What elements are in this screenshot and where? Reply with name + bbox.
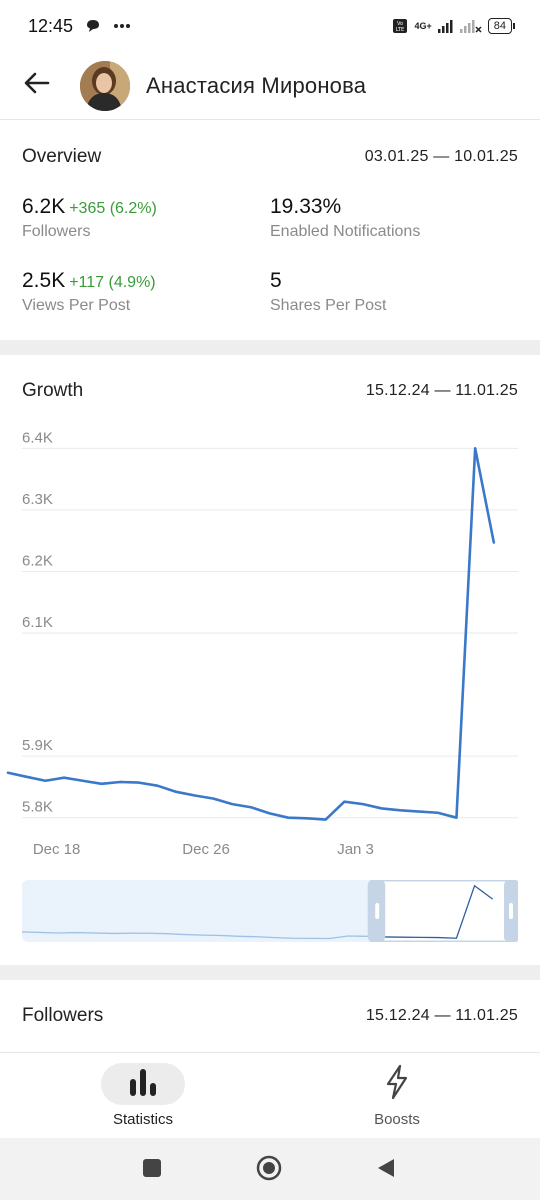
triangle-back-icon [375,1157,397,1184]
stat-label: Enabled Notifications [270,223,421,240]
stat-delta: +117 (4.9%) [69,274,156,291]
app-header: Анастасия Миронова [0,52,540,120]
status-time: 12:45 [28,15,74,36]
section-divider [0,340,540,355]
tab-boosts-pill [355,1063,439,1105]
x-tick-label: Jan 3 [337,841,374,858]
network-type: 4G+ [414,21,432,31]
square-icon [141,1157,163,1184]
tab-boosts-label: Boosts [374,1111,420,1128]
tab-statistics[interactable]: Statistics [43,1053,243,1139]
y-tick-label: 6.3K [22,491,53,508]
status-bar: 12:45 Vo LTE 4G+ 84 [0,0,540,52]
chat-bubble-icon [85,18,101,34]
stat-label: Shares Per Post [270,297,387,314]
tab-boosts[interactable]: Boosts [297,1053,497,1139]
followers-date-range[interactable]: 15.12.24 — 11.01.25 [366,1007,518,1025]
lightning-bolt-icon [383,1064,411,1105]
volte-icon: Vo LTE [392,18,408,34]
stat-label: Followers [22,223,91,240]
system-navigation-bar [0,1138,540,1200]
y-tick-label: 5.8K [22,799,53,816]
stat-followers: 6.2K +365 (6.2%) Followers [22,195,157,241]
chart-range-navigator[interactable] [21,878,520,944]
bottom-navigation: Statistics Boosts [0,1052,540,1138]
stat-value: 5 [270,269,282,292]
growth-date-range[interactable]: 15.12.24 — 11.01.25 [366,382,518,400]
stat-value: 6.2K [22,195,66,218]
x-tick-label: Dec 26 [182,841,230,858]
signal-strength-icon [437,19,454,33]
recents-button[interactable] [138,1156,166,1184]
svg-text:LTE: LTE [396,27,404,33]
navigator-window [369,880,518,942]
tab-statistics-pill [101,1063,185,1105]
followers-card: Followers 15.12.24 — 11.01.25 [0,980,540,1052]
navigator-left-grip [375,903,380,919]
more-notifications-icon [113,23,131,29]
stat-value: 19.33% [270,195,342,218]
y-tick-label: 6.2K [22,552,53,569]
overview-title: Overview [22,146,102,167]
stat-shares-per-post: 5 Shares Per Post [270,269,387,315]
signal-no-service-icon [459,19,482,33]
stat-enabled-notifications: 19.33% Enabled Notifications [270,195,420,241]
stat-views-per-post: 2.5K +117 (4.9%) Views Per Post [22,269,156,315]
arrow-left-icon [24,72,50,99]
stat-value: 2.5K [22,269,66,292]
avatar[interactable] [80,60,130,111]
overview-card: Overview 03.01.25 — 10.01.25 6.2K +365 (6… [0,121,540,340]
y-tick-label: 5.9K [22,737,53,754]
section-divider [0,965,540,980]
stat-delta: +365 (6.2%) [69,200,157,217]
home-button[interactable] [255,1154,283,1187]
overview-date-range[interactable]: 03.01.25 — 10.01.25 [365,148,518,166]
bar-chart-icon [127,1067,159,1102]
stat-label: Views Per Post [22,297,131,314]
battery-indicator: 84 [487,18,516,34]
followers-title: Followers [22,1005,104,1026]
y-tick-label: 6.4K [22,429,53,446]
growth-title: Growth [22,380,84,401]
home-circle-icon [255,1154,283,1187]
back-button[interactable] [0,52,74,120]
series-line [6,447,496,821]
channel-name: Анастасия Миронова [146,72,367,98]
y-tick-label: 6.1K [22,614,53,631]
tab-statistics-label: Statistics [112,1111,173,1128]
back-system-button[interactable] [372,1156,400,1184]
growth-chart[interactable]: 6.4K 6.3K 6.2K 6.1K 5.9K 5.8K Dec 18 Dec 26 Jan … [0,418,540,868]
x-tick-label: Dec 18 [33,841,81,858]
navigator-right-grip [509,903,513,919]
